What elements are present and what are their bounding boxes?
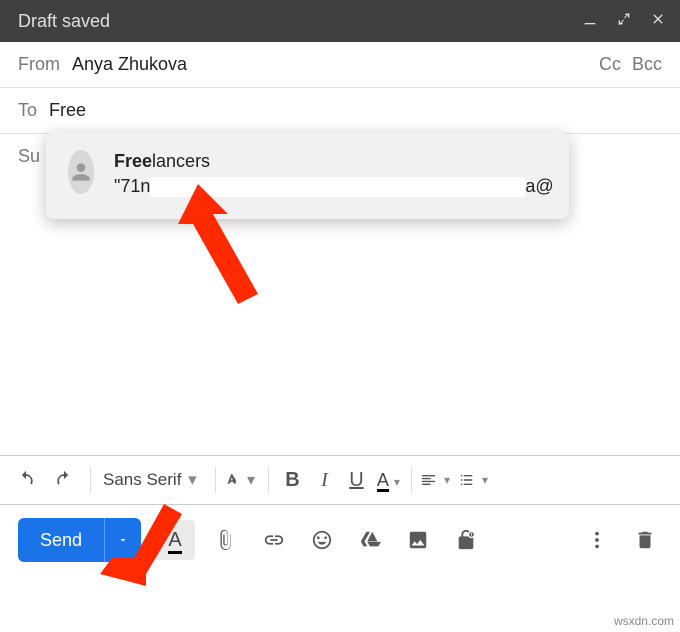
from-label: From bbox=[18, 54, 60, 75]
bold-button[interactable]: B bbox=[277, 469, 307, 492]
undo-button[interactable] bbox=[8, 462, 44, 498]
compose-header: Draft saved bbox=[0, 0, 680, 42]
contact-suggestion[interactable]: Freelancers "71na@ bbox=[46, 132, 569, 219]
send-options-button[interactable] bbox=[105, 534, 141, 546]
link-icon[interactable] bbox=[257, 523, 291, 557]
window-title: Draft saved bbox=[18, 11, 110, 32]
bcc-button[interactable]: Bcc bbox=[632, 54, 662, 74]
fullscreen-icon[interactable] bbox=[616, 11, 632, 32]
minimize-icon[interactable] bbox=[582, 11, 598, 32]
formatting-toggle-button[interactable]: A bbox=[155, 520, 195, 560]
confidential-icon[interactable] bbox=[449, 523, 483, 557]
trash-icon[interactable] bbox=[628, 523, 662, 557]
from-value[interactable]: Anya Zhukova bbox=[72, 54, 593, 75]
send-button[interactable]: Send bbox=[18, 518, 141, 562]
to-input[interactable]: Free bbox=[49, 100, 662, 121]
from-row: From Anya Zhukova Cc Bcc bbox=[0, 42, 680, 88]
emoji-icon[interactable] bbox=[305, 523, 339, 557]
font-picker[interactable]: Sans Serif▾ bbox=[99, 470, 207, 490]
text-size-button[interactable]: ▾ bbox=[224, 462, 260, 498]
suggestion-email: "71na@ bbox=[114, 175, 554, 198]
close-icon[interactable] bbox=[650, 11, 666, 32]
avatar bbox=[68, 150, 94, 194]
image-icon[interactable] bbox=[401, 523, 435, 557]
italic-button[interactable]: I bbox=[309, 469, 339, 492]
align-button[interactable]: ▾ bbox=[420, 462, 456, 498]
to-label: To bbox=[18, 100, 37, 121]
attach-icon[interactable] bbox=[209, 523, 243, 557]
drive-icon[interactable] bbox=[353, 523, 387, 557]
more-icon[interactable] bbox=[580, 523, 614, 557]
compose-body[interactable] bbox=[0, 179, 680, 455]
redo-button[interactable] bbox=[46, 462, 82, 498]
text-color-button[interactable]: A ▾ bbox=[373, 469, 403, 492]
suggestion-name: Freelancers bbox=[114, 150, 554, 173]
watermark: wsxdn.com bbox=[614, 614, 674, 628]
list-button[interactable]: ▾ bbox=[458, 462, 494, 498]
format-toolbar: Sans Serif▾ ▾ B I U A ▾ ▾ ▾ bbox=[0, 455, 680, 505]
subject-label: Su bbox=[18, 146, 40, 167]
send-toolbar: Send A bbox=[0, 505, 680, 575]
to-row[interactable]: To Free bbox=[0, 88, 680, 134]
cc-button[interactable]: Cc bbox=[599, 54, 621, 74]
underline-button[interactable]: U bbox=[341, 469, 371, 492]
